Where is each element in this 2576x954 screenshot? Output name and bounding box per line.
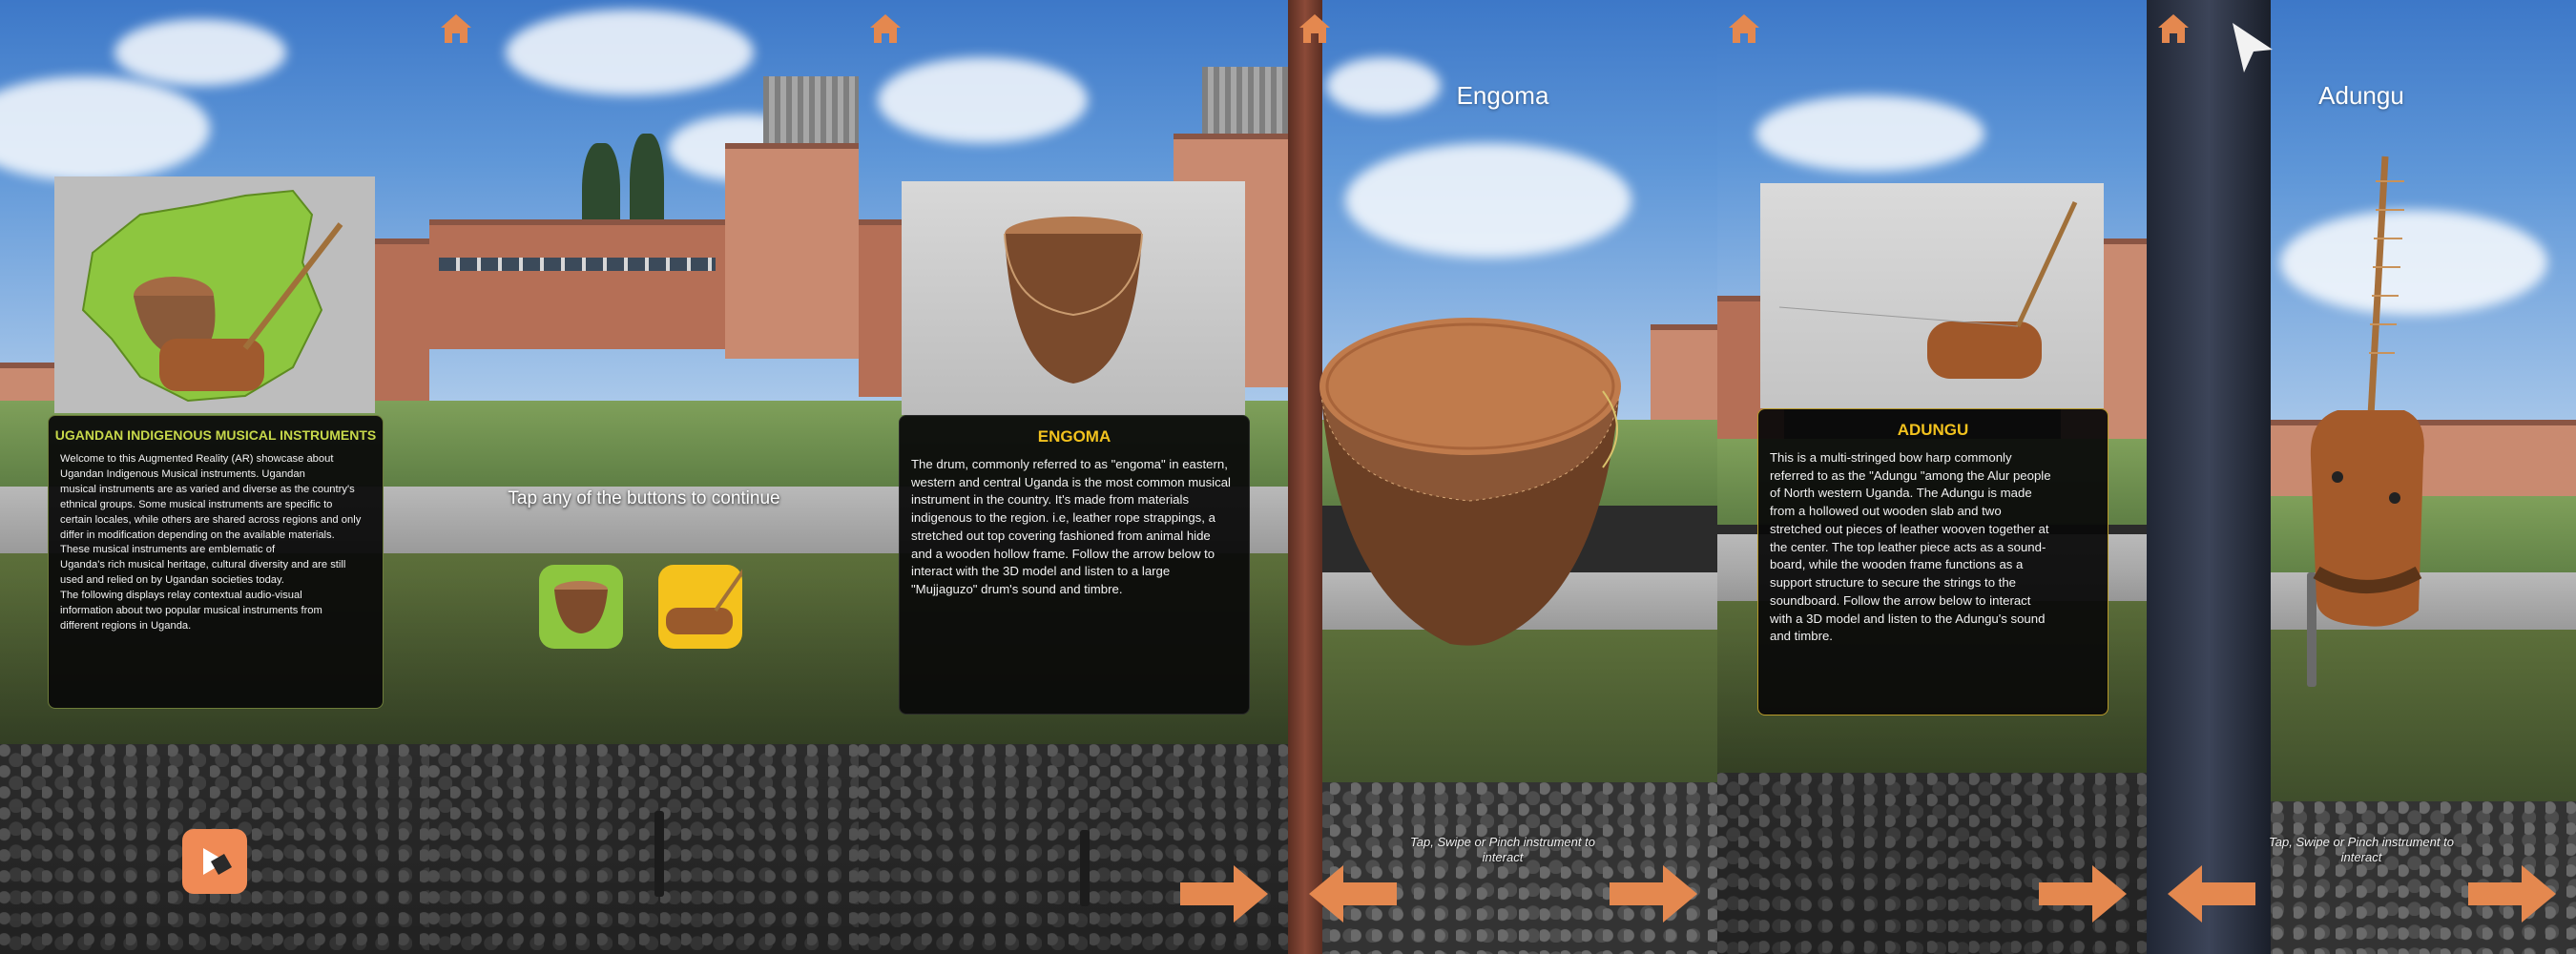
home-icon [2158,14,2189,43]
engoma-model-icon [1004,217,1143,384]
home-button[interactable] [1727,11,1761,46]
home-button[interactable] [439,11,473,46]
screen-adungu-3d: Adungu Tap, Swipe or Pinch instrument to… [2147,0,2576,954]
instrument-title: Engoma [1456,81,1549,110]
intro-preview-image [54,176,375,413]
screenshot-strip: UGANDAN INDIGENOUS MUSICAL INSTRUMENTS W… [0,0,2576,954]
screen-engoma-3d: Engoma Tap, Swipe or Pinch instrument to… [1288,0,1717,954]
home-button[interactable] [2156,11,2191,46]
next-arrow-icon[interactable] [2037,863,2129,924]
card-title: ENGOMA [1037,427,1111,446]
screen-select: Tap any of the buttons to continue [429,0,859,954]
card-body: Welcome to this Augmented Reality (AR) s… [60,453,362,632]
continue-prompt: Tap any of the buttons to continue [508,488,780,508]
next-arrow-icon[interactable] [1178,863,1270,924]
adungu-select-button[interactable] [658,565,748,649]
home-button[interactable] [1298,11,1332,46]
adungu-preview-image [1760,183,2104,408]
home-icon [1729,14,1759,43]
card-body: The drum, commonly referred to as "engom… [911,457,1231,597]
home-icon [1299,14,1330,43]
adungu-model-icon [1778,200,2078,379]
engoma-3d-model[interactable] [1317,305,1631,649]
intro-info-card: UGANDAN INDIGENOUS MUSICAL INSTRUMENTS W… [48,415,384,709]
card-body: This is a multi-stringed bow harp common… [1770,450,2051,644]
cursor-arrow-icon [2233,23,2273,73]
uganda-map-icon [81,189,343,403]
engoma-select-button[interactable] [539,565,623,649]
back-arrow-icon[interactable] [1307,863,1399,924]
card-title: ADUNGU [1897,421,1969,439]
instrument-title: Adungu [2318,81,2404,110]
screen-adungu-info: ADUNGU This is a multi-stringed bow harp… [1717,0,2147,954]
engoma-preview-image [902,181,1245,415]
play-next-button[interactable] [182,829,247,894]
back-arrow-icon[interactable] [2166,863,2257,924]
interaction-hint: Tap, Swipe or Pinch instrument to intera… [1410,835,1595,865]
home-icon [441,14,471,43]
play-next-icon [203,848,232,875]
next-arrow-icon[interactable] [2466,863,2558,924]
engoma-icon [554,581,608,633]
interaction-hint: Tap, Swipe or Pinch instrument to intera… [2269,835,2454,865]
card-title: UGANDAN INDIGENOUS MUSICAL INSTRUMENTS [54,427,377,443]
home-icon [870,14,901,43]
home-button[interactable] [868,11,903,46]
engoma-info-card: ENGOMA The drum, commonly referred to as… [899,415,1250,715]
screen-intro: UGANDAN INDIGENOUS MUSICAL INSTRUMENTS W… [0,0,429,954]
adungu-info-card: ADUNGU This is a multi-stringed bow harp… [1757,408,2109,716]
adungu-3d-model[interactable] [2299,153,2433,630]
screen-engoma-info: ENGOMA The drum, commonly referred to as… [859,0,1288,954]
next-arrow-icon[interactable] [1608,863,1699,924]
adungu-icon [666,565,748,634]
